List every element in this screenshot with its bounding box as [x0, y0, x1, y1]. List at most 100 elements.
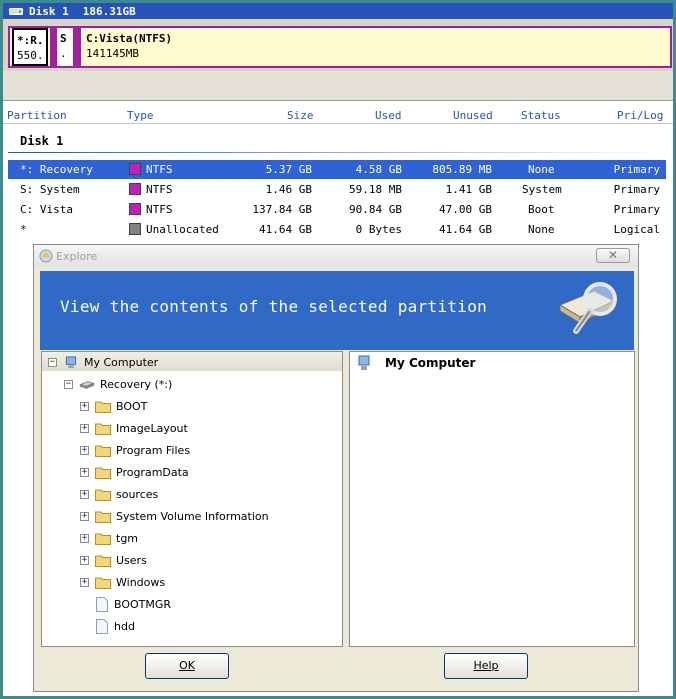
row-partition: *: Recovery [20, 163, 93, 176]
partition-row[interactable]: C: Vista NTFS 137.84 GB 90.84 GB 47.00 G… [8, 200, 666, 219]
folder-icon [95, 401, 111, 413]
disk-map-segment-vista[interactable]: C:Vista(NTFS) 141145MB [83, 28, 663, 66]
explore-dialog: Explore ✕ View the contents of the selec… [33, 244, 639, 692]
expand-icon[interactable]: + [80, 555, 89, 565]
ok-button[interactable]: OK [145, 653, 229, 679]
close-button[interactable]: ✕ [596, 248, 630, 263]
row-unused: 41.64 GB [439, 223, 492, 236]
row-status: None [528, 223, 555, 236]
folder-icon [95, 511, 111, 523]
detail-pane[interactable]: My Computer [349, 351, 635, 647]
expand-icon[interactable]: + [80, 445, 89, 455]
row-type: NTFS [146, 183, 173, 196]
file-icon [96, 618, 108, 634]
partition-table-header: Partition Type Size Used Unused Status P… [3, 106, 673, 124]
tree-item-file[interactable]: BOOTMGR [96, 595, 171, 613]
expand-icon[interactable]: + [80, 533, 89, 543]
row-prilog: Primary [613, 203, 660, 216]
disk-group-label: Disk 1 [20, 134, 64, 148]
folder-icon [95, 467, 111, 479]
disk-map-segment-recovery[interactable]: *:R. 550.. [12, 28, 51, 66]
row-size: 1.46 GB [265, 183, 312, 196]
row-type: NTFS [146, 163, 173, 176]
tree-item-folder[interactable]: + Users [80, 551, 147, 569]
tree-label: Users [116, 553, 147, 567]
expand-icon[interactable]: + [80, 577, 89, 587]
expand-icon[interactable]: + [80, 467, 89, 477]
computer-icon [358, 355, 370, 370]
tree-item-file[interactable]: hdd [96, 617, 135, 635]
tree-label: ImageLayout [116, 421, 188, 435]
tree-item-drive[interactable]: − Recovery (*:) [64, 375, 172, 393]
row-prilog: Primary [613, 183, 660, 196]
magnifier-disk-icon [558, 282, 617, 334]
row-type: Unallocated [146, 223, 219, 236]
col-status[interactable]: Status [521, 109, 561, 122]
tree-label: BOOTMGR [114, 597, 172, 611]
folder-icon [95, 445, 111, 457]
partition-row[interactable]: * Unallocated 41.64 GB 0 Bytes 41.64 GB … [8, 220, 666, 239]
tree-item-folder[interactable]: + ImageLayout [80, 419, 188, 437]
folder-tree[interactable]: − My Computer − Recovery (*:) + BOOT + I… [41, 351, 343, 647]
col-used[interactable]: Used [375, 109, 402, 122]
col-size[interactable]: Size [287, 109, 314, 122]
tree-item-folder[interactable]: + sources [80, 485, 158, 503]
tree-label: sources [116, 487, 159, 501]
tree-item-folder[interactable]: + BOOT [80, 397, 147, 415]
disk-map-segment-system[interactable]: S . [57, 28, 73, 66]
segment-size: 141145MB [86, 47, 139, 60]
tree-item-my-computer[interactable]: − My Computer [48, 353, 158, 371]
tree-item-folder[interactable]: + System Volume Information [80, 507, 269, 525]
col-prilog[interactable]: Pri/Log [617, 109, 663, 122]
hard-disk-icon [9, 7, 23, 15]
collapse-icon[interactable]: − [48, 357, 57, 367]
tree-label: My Computer [84, 355, 159, 369]
segment-divider [73, 28, 81, 66]
collapse-icon[interactable]: − [64, 379, 73, 389]
tree-label: Recovery (*:) [100, 377, 173, 391]
tree-item-folder[interactable]: + Program Files [80, 441, 190, 459]
col-type[interactable]: Type [127, 109, 154, 122]
expand-icon[interactable]: + [80, 511, 89, 521]
folder-icon [95, 577, 111, 589]
type-color-swatch [129, 223, 141, 235]
expand-icon[interactable]: + [80, 423, 89, 433]
help-button[interactable]: Help [444, 653, 528, 679]
tree-label: BOOT [116, 399, 148, 413]
row-used: 90.84 GB [349, 203, 402, 216]
tree-label: hdd [114, 619, 135, 633]
separator-strip [3, 71, 673, 101]
row-status: System [522, 183, 562, 196]
dialog-banner: View the contents of the selected partit… [40, 271, 634, 350]
dialog-titlebar[interactable]: Explore ✕ [34, 245, 638, 267]
tree-item-folder[interactable]: + ProgramData [80, 463, 189, 481]
folder-icon [95, 489, 111, 501]
segment-size: 550.. [17, 49, 51, 62]
partition-row[interactable]: S: System NTFS 1.46 GB 59.18 MB 1.41 GB … [8, 180, 666, 199]
col-partition[interactable]: Partition [7, 109, 67, 122]
expand-icon[interactable]: + [80, 401, 89, 411]
disk-header-label: Disk 1 [29, 4, 69, 18]
row-prilog: Primary [613, 163, 660, 176]
row-partition: S: System [20, 183, 80, 196]
partition-row[interactable]: *: Recovery NTFS 5.37 GB 4.58 GB 805.89 … [8, 160, 666, 179]
col-unused[interactable]: Unused [453, 109, 493, 122]
tree-item-folder[interactable]: + Windows [80, 573, 165, 591]
row-unused: 47.00 GB [439, 203, 492, 216]
row-used: 4.58 GB [355, 163, 402, 176]
dialog-title: Explore [56, 249, 98, 263]
segment-name: S [60, 32, 67, 45]
disk-group-divider [8, 152, 668, 153]
explore-app-icon [39, 249, 53, 263]
expand-icon[interactable]: + [80, 489, 89, 499]
tree-label: tgm [116, 531, 139, 545]
disk-map: *:R. 550.. S . C:Vista(NTFS) 141145MB [3, 19, 673, 71]
row-unused: 1.41 GB [445, 183, 492, 196]
row-size: 137.84 GB [252, 203, 312, 216]
tree-item-folder[interactable]: + tgm [80, 529, 138, 547]
disk-header[interactable]: Disk 1 186.31GB [3, 3, 673, 19]
detail-title: My Computer [385, 356, 476, 370]
type-color-swatch [129, 163, 141, 175]
folder-icon [95, 533, 111, 545]
row-used: 0 Bytes [355, 223, 402, 236]
